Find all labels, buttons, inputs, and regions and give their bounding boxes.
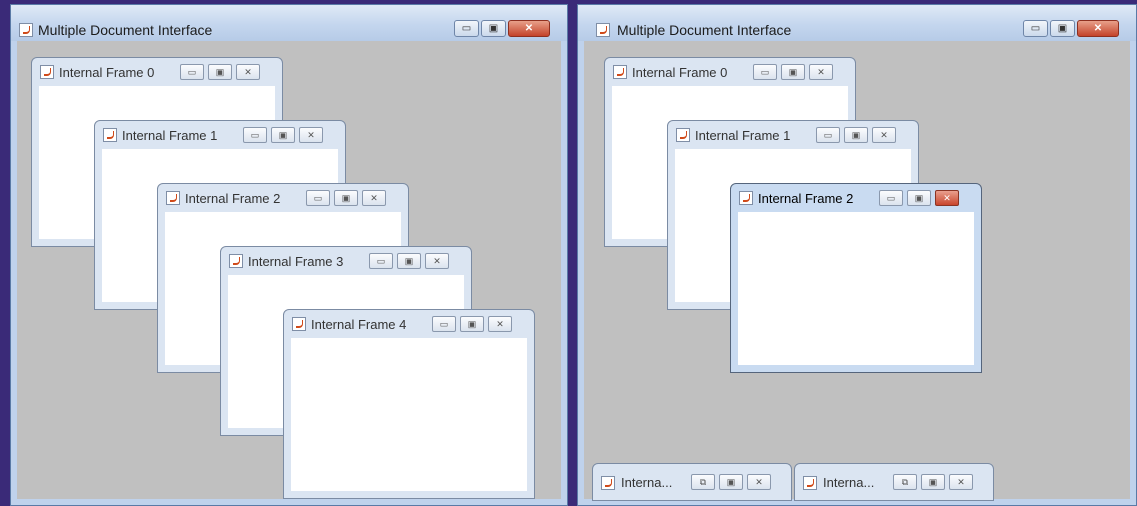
window-close-button[interactable]: ✕ (508, 20, 550, 37)
frame-close-button[interactable]: ✕ (747, 474, 771, 490)
window-border-right (1130, 41, 1136, 505)
frame-close-button[interactable]: ✕ (425, 253, 449, 269)
frame-close-button[interactable]: ✕ (872, 127, 896, 143)
internal-frame-4[interactable]: Internal Frame 4 ▭ ▣ ✕ (283, 309, 535, 499)
frame-maximize-button[interactable]: ▣ (460, 316, 484, 332)
window-controls: ▭ ▣ ✕ (454, 20, 550, 37)
window-border-bottom (11, 499, 567, 505)
frame-maximize-button[interactable]: ▣ (208, 64, 232, 80)
frame-icon (613, 65, 627, 79)
window-close-button[interactable]: ✕ (1077, 20, 1119, 37)
frame-icon (601, 476, 615, 490)
frame-controls: ▭ ▣ ✕ (432, 316, 512, 332)
frame-icon (103, 128, 117, 142)
frame-minimize-button[interactable]: ▭ (879, 190, 903, 206)
frame-minimize-button[interactable]: ▭ (243, 127, 267, 143)
frame-controls: ▭ ▣ ✕ (306, 190, 386, 206)
frame-minimize-button[interactable]: ▭ (306, 190, 330, 206)
frame-restore-button[interactable]: ⧉ (691, 474, 715, 490)
frame-minimize-button[interactable]: ▭ (369, 253, 393, 269)
frame-icon (229, 254, 243, 268)
frame-close-button[interactable]: ✕ (236, 64, 260, 80)
frame-close-button[interactable]: ✕ (488, 316, 512, 332)
frame-close-button[interactable]: ✕ (362, 190, 386, 206)
frame-close-button[interactable]: ✕ (299, 127, 323, 143)
window-minimize-button[interactable]: ▭ (1023, 20, 1048, 37)
frame-close-button[interactable]: ✕ (809, 64, 833, 80)
frame-content (738, 212, 974, 365)
frame-controls: ▭ ▣ ✕ (816, 127, 896, 143)
window-title: Multiple Document Interface (617, 22, 792, 38)
frame-icon (739, 191, 753, 205)
window-maximize-button[interactable]: ▣ (1050, 20, 1075, 37)
frame-controls: ▭ ▣ ✕ (369, 253, 449, 269)
frame-controls: ⧉ ▣ ✕ (893, 474, 973, 490)
frame-content (291, 338, 527, 491)
desktop-pane: Internal Frame 0 ▭ ▣ ✕ Internal Frame 1 … (584, 41, 1130, 501)
frame-maximize-button[interactable]: ▣ (844, 127, 868, 143)
java-app-icon (19, 23, 33, 37)
frame-minimize-button[interactable]: ▭ (753, 64, 777, 80)
frame-maximize-button[interactable]: ▣ (781, 64, 805, 80)
iconified-frame-3[interactable]: Interna... ⧉ ▣ ✕ (592, 463, 792, 501)
frame-minimize-button[interactable]: ▭ (180, 64, 204, 80)
internal-frame-2-active[interactable]: Internal Frame 2 ▭ ▣ ✕ (730, 183, 982, 373)
frame-maximize-button[interactable]: ▣ (271, 127, 295, 143)
frame-maximize-button[interactable]: ▣ (921, 474, 945, 490)
window-minimize-button[interactable]: ▭ (454, 20, 479, 37)
frame-maximize-button[interactable]: ▣ (397, 253, 421, 269)
right-mdi-window[interactable]: Multiple Document Interface ▭ ▣ ✕ Intern… (577, 4, 1137, 506)
frame-controls: ▭ ▣ ✕ (180, 64, 260, 80)
frame-maximize-button[interactable]: ▣ (907, 190, 931, 206)
frame-minimize-button[interactable]: ▭ (432, 316, 456, 332)
window-title: Multiple Document Interface (38, 22, 213, 38)
left-mdi-window[interactable]: Multiple Document Interface ▭ ▣ ✕ Intern… (10, 4, 568, 506)
window-controls: ▭ ▣ ✕ (1023, 20, 1119, 37)
frame-title: Internal Frame 4 (311, 317, 407, 332)
frame-icon (166, 191, 180, 205)
frame-close-button[interactable]: ✕ (949, 474, 973, 490)
frame-icon (292, 317, 306, 331)
frame-title: Internal Frame 3 (248, 254, 344, 269)
frame-controls: ▭ ▣ ✕ (753, 64, 833, 80)
frame-controls: ▭ ▣ ✕ (879, 190, 959, 206)
frame-maximize-button[interactable]: ▣ (719, 474, 743, 490)
frame-icon (803, 476, 817, 490)
frame-title: Internal Frame 2 (185, 191, 281, 206)
window-border-right (561, 41, 567, 505)
iconified-frame-title: Interna... (621, 475, 673, 490)
java-app-icon (596, 23, 610, 37)
frame-controls: ▭ ▣ ✕ (243, 127, 323, 143)
frame-maximize-button[interactable]: ▣ (334, 190, 358, 206)
frame-minimize-button[interactable]: ▭ (816, 127, 840, 143)
window-maximize-button[interactable]: ▣ (481, 20, 506, 37)
iconified-frame-title: Interna... (823, 475, 875, 490)
frame-close-button[interactable]: ✕ (935, 190, 959, 206)
frame-controls: ⧉ ▣ ✕ (691, 474, 771, 490)
frame-title: Internal Frame 1 (122, 128, 218, 143)
frame-title: Internal Frame 0 (632, 65, 728, 80)
frame-restore-button[interactable]: ⧉ (893, 474, 917, 490)
frame-title: Internal Frame 0 (59, 65, 155, 80)
desktop-pane: Internal Frame 0 ▭ ▣ ✕ Internal Frame 1 … (17, 41, 561, 499)
frame-icon (40, 65, 54, 79)
frame-icon (676, 128, 690, 142)
iconified-frame-4[interactable]: Interna... ⧉ ▣ ✕ (794, 463, 994, 501)
frame-title: Internal Frame 2 (758, 191, 854, 206)
frame-title: Internal Frame 1 (695, 128, 791, 143)
